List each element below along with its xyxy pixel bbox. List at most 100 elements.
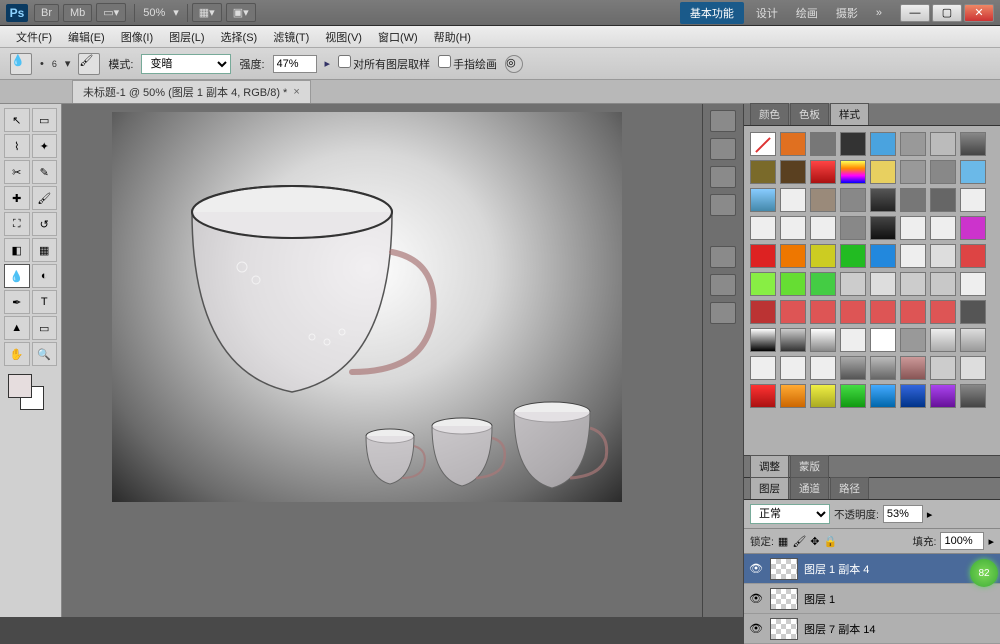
gradient-tool[interactable]: ▦: [32, 238, 58, 262]
style-swatch[interactable]: [780, 188, 806, 212]
workspace-more-icon[interactable]: »: [870, 4, 888, 22]
collapsed-panel-icon[interactable]: [710, 302, 736, 324]
layer-row[interactable]: 👁图层 1 副本 4: [744, 554, 1000, 584]
brush-size-indicator[interactable]: •: [40, 58, 44, 70]
collapsed-panel-icon[interactable]: [710, 194, 736, 216]
menu-select[interactable]: 选择(S): [213, 27, 266, 47]
brush-dropdown-icon[interactable]: ▾: [65, 57, 71, 70]
quick-select-tool[interactable]: ✦: [32, 134, 58, 158]
path-select-tool[interactable]: ▲: [4, 316, 30, 340]
style-swatch[interactable]: [840, 356, 866, 380]
style-swatch[interactable]: [780, 384, 806, 408]
style-swatch[interactable]: [840, 384, 866, 408]
layer-thumbnail[interactable]: [770, 558, 798, 580]
style-swatch[interactable]: [870, 160, 896, 184]
style-swatch[interactable]: [750, 132, 776, 156]
style-swatch[interactable]: [870, 188, 896, 212]
arrange-docs-button[interactable]: ▦▾: [192, 3, 222, 22]
menu-help[interactable]: 帮助(H): [426, 27, 479, 47]
style-swatch[interactable]: [840, 160, 866, 184]
pen-tool[interactable]: ✒: [4, 290, 30, 314]
tab-styles[interactable]: 样式: [830, 103, 869, 125]
style-swatch[interactable]: [840, 132, 866, 156]
zoom-level[interactable]: 50%: [143, 7, 165, 19]
style-swatch[interactable]: [930, 328, 956, 352]
style-swatch[interactable]: [900, 160, 926, 184]
style-swatch[interactable]: [750, 300, 776, 324]
history-brush-tool[interactable]: ↺: [32, 212, 58, 236]
minibridge-button[interactable]: Mb: [63, 4, 92, 22]
tab-channels[interactable]: 通道: [790, 477, 829, 499]
style-swatch[interactable]: [900, 188, 926, 212]
style-swatch[interactable]: [810, 272, 836, 296]
document-tab[interactable]: 未标题-1 @ 50% (图层 1 副本 4, RGB/8) * ×: [72, 80, 311, 103]
stamp-tool[interactable]: ⛶: [4, 212, 30, 236]
style-swatch[interactable]: [840, 300, 866, 324]
style-swatch[interactable]: [810, 300, 836, 324]
style-swatch[interactable]: [780, 216, 806, 240]
style-swatch[interactable]: [840, 328, 866, 352]
document-canvas[interactable]: [112, 112, 622, 502]
sample-all-checkbox[interactable]: 对所有图层取样: [338, 55, 430, 72]
collapsed-panel-icon[interactable]: [710, 138, 736, 160]
style-swatch[interactable]: [930, 384, 956, 408]
style-swatch[interactable]: [780, 244, 806, 268]
collapsed-panel-icon[interactable]: [710, 166, 736, 188]
style-swatch[interactable]: [780, 132, 806, 156]
workspace-tab-photo[interactable]: 摄影: [830, 2, 864, 24]
style-swatch[interactable]: [750, 216, 776, 240]
style-swatch[interactable]: [930, 300, 956, 324]
layer-name-label[interactable]: 图层 1: [804, 591, 835, 607]
style-swatch[interactable]: [930, 244, 956, 268]
style-swatch[interactable]: [870, 216, 896, 240]
lock-position-icon[interactable]: ✥: [810, 535, 819, 548]
menu-image[interactable]: 图像(I): [113, 27, 161, 47]
style-swatch[interactable]: [840, 272, 866, 296]
canvas-area[interactable]: [62, 104, 702, 617]
style-swatch[interactable]: [780, 328, 806, 352]
lasso-tool[interactable]: ⌇: [4, 134, 30, 158]
finger-paint-checkbox[interactable]: 手指绘画: [438, 55, 497, 72]
lock-transparency-icon[interactable]: ▦: [778, 535, 788, 548]
style-swatch[interactable]: [810, 160, 836, 184]
collapsed-panel-icon[interactable]: [710, 274, 736, 296]
tab-swatches[interactable]: 色板: [790, 103, 829, 125]
minimize-button[interactable]: —: [900, 4, 930, 22]
layer-name-label[interactable]: 图层 1 副本 4: [804, 561, 869, 577]
bridge-button[interactable]: Br: [34, 4, 59, 22]
style-swatch[interactable]: [870, 244, 896, 268]
style-swatch[interactable]: [840, 188, 866, 212]
menu-file[interactable]: 文件(F): [8, 27, 60, 47]
tab-paths[interactable]: 路径: [830, 477, 869, 499]
brush-panel-toggle[interactable]: 🖌: [78, 53, 100, 75]
style-swatch[interactable]: [930, 160, 956, 184]
style-swatch[interactable]: [900, 300, 926, 324]
dodge-tool[interactable]: ◐: [32, 264, 58, 288]
style-swatch[interactable]: [810, 356, 836, 380]
style-swatch[interactable]: [900, 244, 926, 268]
style-swatch[interactable]: [810, 132, 836, 156]
style-swatch[interactable]: [960, 188, 986, 212]
style-swatch[interactable]: [750, 272, 776, 296]
fill-input[interactable]: [940, 532, 984, 550]
layer-thumbnail[interactable]: [770, 618, 798, 640]
style-swatch[interactable]: [870, 356, 896, 380]
menu-view[interactable]: 视图(V): [317, 27, 370, 47]
tab-masks[interactable]: 蒙版: [790, 455, 829, 477]
document-tab-close-icon[interactable]: ×: [293, 86, 299, 98]
zoom-tool[interactable]: 🔍: [32, 342, 58, 366]
style-swatch[interactable]: [900, 272, 926, 296]
style-swatch[interactable]: [840, 216, 866, 240]
style-swatch[interactable]: [960, 328, 986, 352]
strength-dropdown-icon[interactable]: ▸: [325, 57, 331, 70]
brush-size-value[interactable]: 6: [52, 59, 57, 69]
marquee-tool[interactable]: ▭: [32, 108, 58, 132]
style-swatch[interactable]: [870, 384, 896, 408]
style-swatch[interactable]: [750, 160, 776, 184]
tab-color[interactable]: 颜色: [750, 103, 789, 125]
menu-layer[interactable]: 图层(L): [161, 27, 212, 47]
collapsed-panel-icon[interactable]: [710, 110, 736, 132]
workspace-tab-design[interactable]: 设计: [750, 2, 784, 24]
style-swatch[interactable]: [900, 356, 926, 380]
style-swatch[interactable]: [810, 384, 836, 408]
